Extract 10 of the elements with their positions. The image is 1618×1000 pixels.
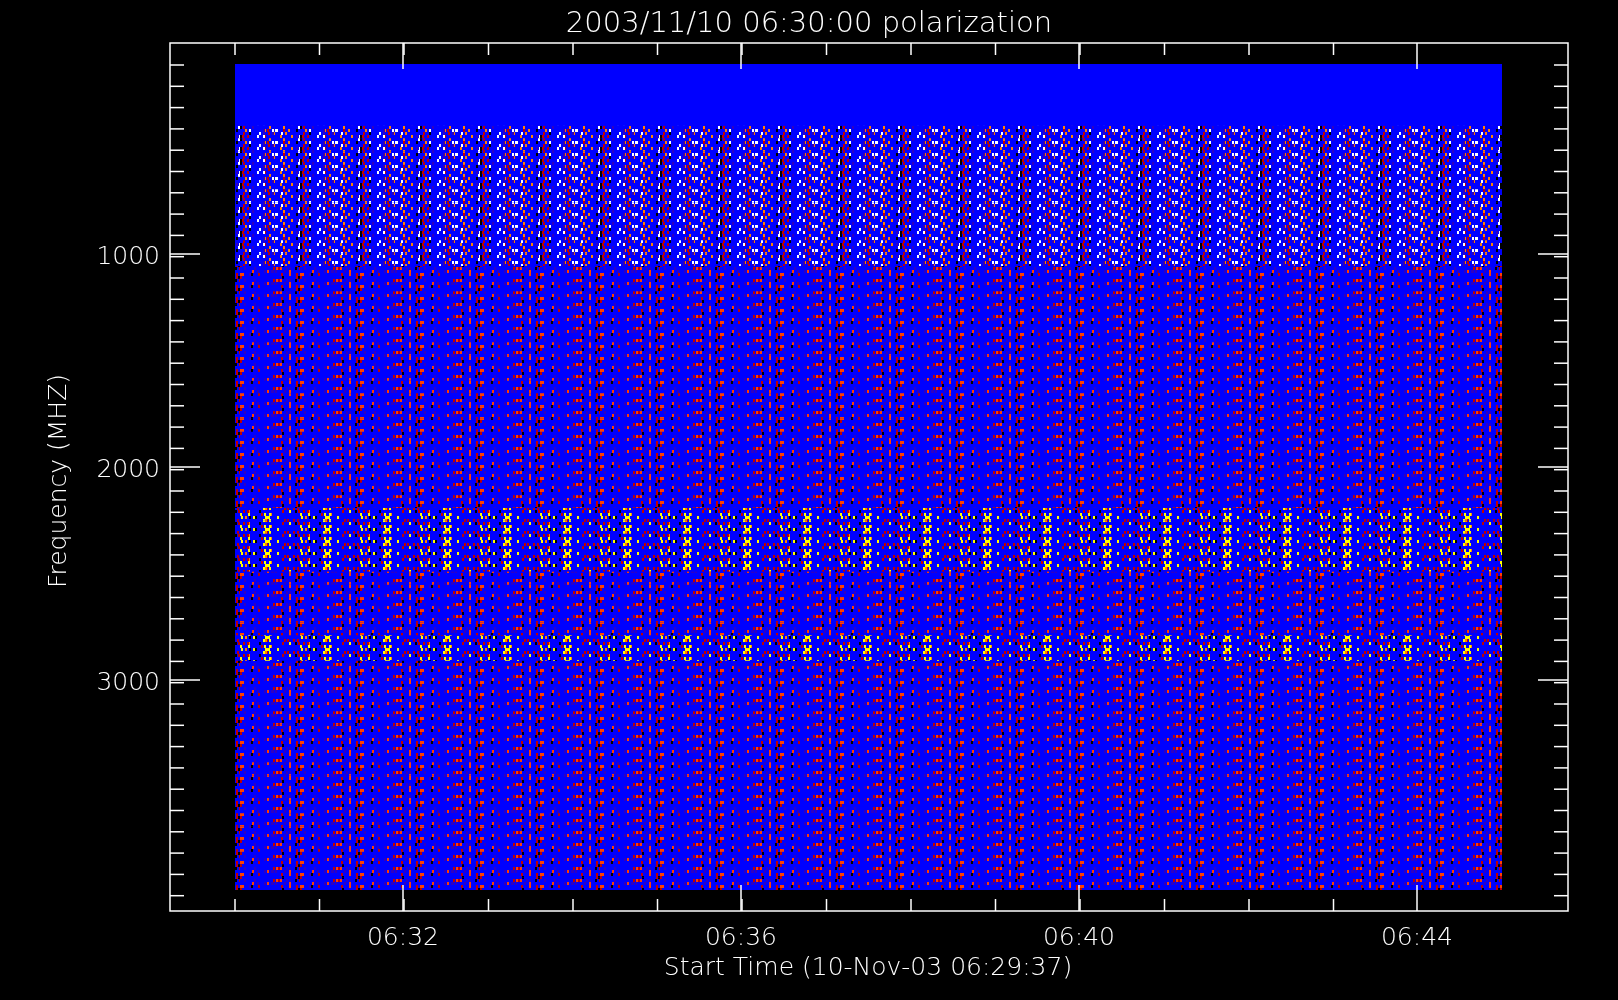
x-tick-label: 06:44: [1381, 922, 1453, 951]
plot-title: 2003/11/10 06:30:00 polarization: [565, 5, 1053, 39]
y-tick-label: 3000: [96, 667, 160, 696]
x-tick-label: 06:36: [705, 922, 777, 951]
x-axis-label: Start Time (10-Nov-03 06:29:37): [663, 952, 1073, 981]
y-tick-label: 2000: [96, 454, 160, 483]
y-axis-label: Frequency (MHZ): [43, 373, 72, 589]
y-tick-label: 1000: [96, 241, 160, 270]
x-tick-label: 06:32: [367, 922, 439, 951]
x-tick-label: 06:40: [1043, 922, 1115, 951]
